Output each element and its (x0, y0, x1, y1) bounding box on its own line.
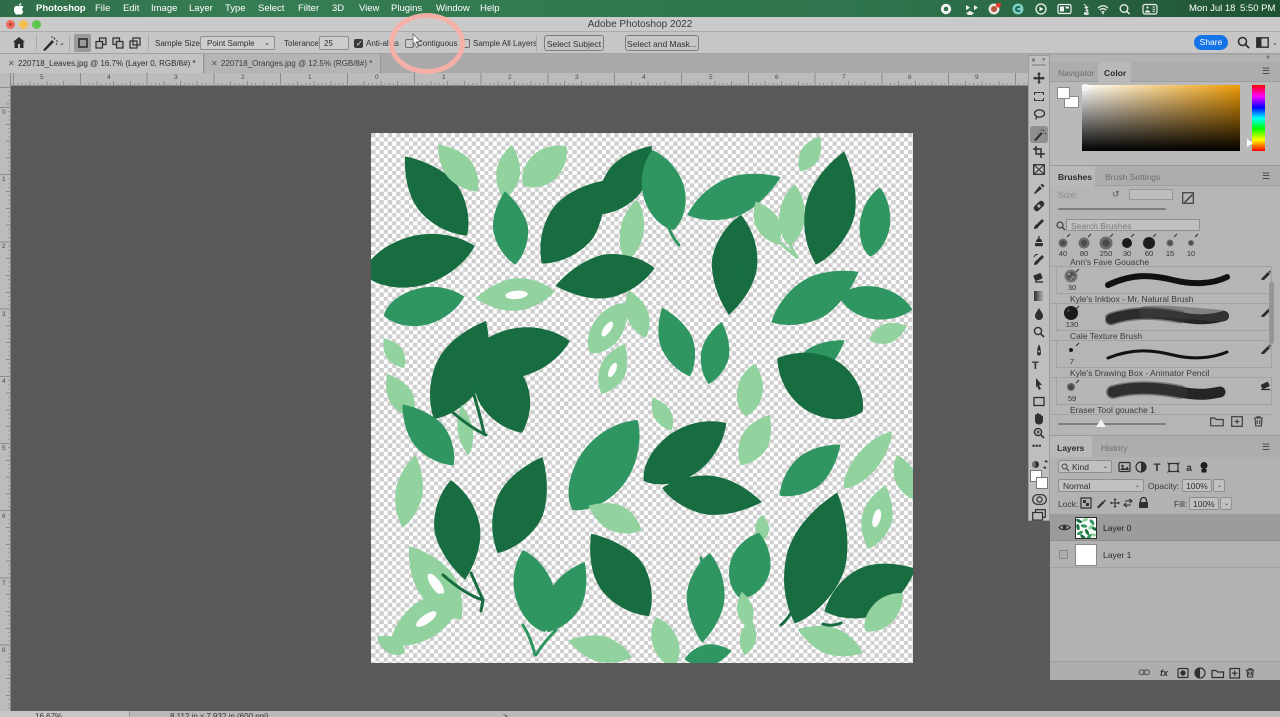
svg-text:a: a (1186, 463, 1192, 473)
svg-text:fx: fx (1160, 668, 1169, 678)
svg-text:T: T (1154, 462, 1161, 473)
